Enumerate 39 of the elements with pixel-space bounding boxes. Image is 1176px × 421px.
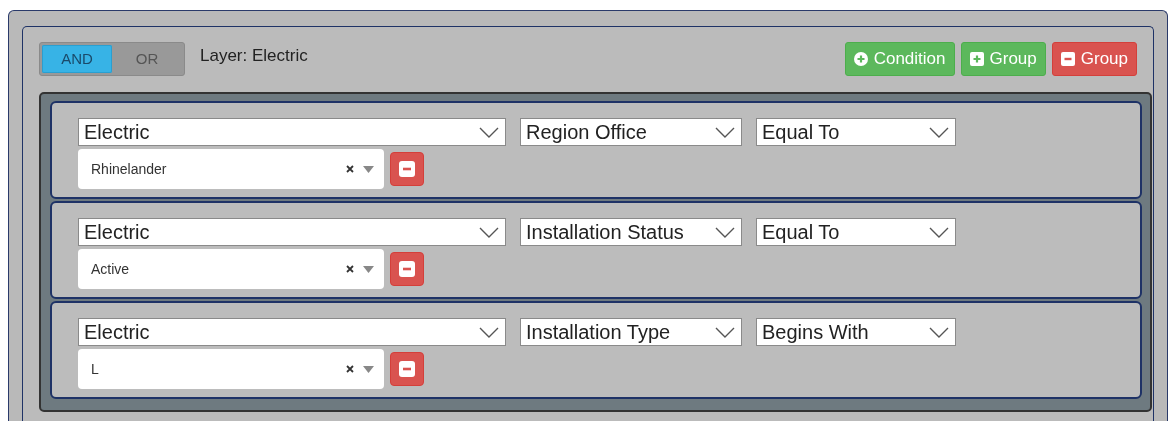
chevron-down-icon [715,226,735,238]
dropdown[interactable]: Electric [78,118,506,146]
chevron-down-icon [929,326,949,338]
logic-toggle-button[interactable]: AND [42,44,112,73]
dropdown[interactable]: Equal To [756,218,956,246]
chevron-down-icon [479,126,499,138]
value-field[interactable]: L [78,349,384,389]
minus-square-icon [399,261,415,277]
layer-label: Layer: Electric [200,46,308,66]
dropdown[interactable]: Installation Status [520,218,742,246]
chevron-down-icon [929,126,949,138]
dropdown[interactable]: Installation Type [520,318,742,346]
clear-icon[interactable] [346,265,354,273]
dropdown[interactable]: Equal To [756,118,956,146]
remove-group-button[interactable]: Group [1051,41,1137,76]
value-field[interactable]: Rhinelander [78,149,384,189]
plus-square-icon [969,51,984,66]
chevron-down-icon [715,326,735,338]
remove-condition-button[interactable] [390,352,424,386]
minus-square-icon [399,361,415,377]
dropdown[interactable]: Electric [78,318,506,346]
clear-icon[interactable] [346,365,354,373]
caret-down-icon[interactable] [363,165,374,173]
chevron-down-icon [715,126,735,138]
chevron-down-icon [929,226,949,238]
remove-condition-button[interactable] [390,252,424,286]
chevron-down-icon [479,226,499,238]
plus-circle-icon [853,51,868,66]
dropdown[interactable]: Electric [78,218,506,246]
caret-down-icon[interactable] [363,365,374,373]
caret-down-icon[interactable] [363,265,374,273]
chevron-down-icon [479,326,499,338]
minus-square-icon [1060,51,1075,66]
dropdown[interactable]: Region Office [520,118,742,146]
remove-condition-button[interactable] [390,152,424,186]
dropdown[interactable]: Begins With [756,318,956,346]
clear-icon[interactable] [346,165,354,173]
minus-square-icon [399,161,415,177]
value-field[interactable]: Active [78,249,384,289]
